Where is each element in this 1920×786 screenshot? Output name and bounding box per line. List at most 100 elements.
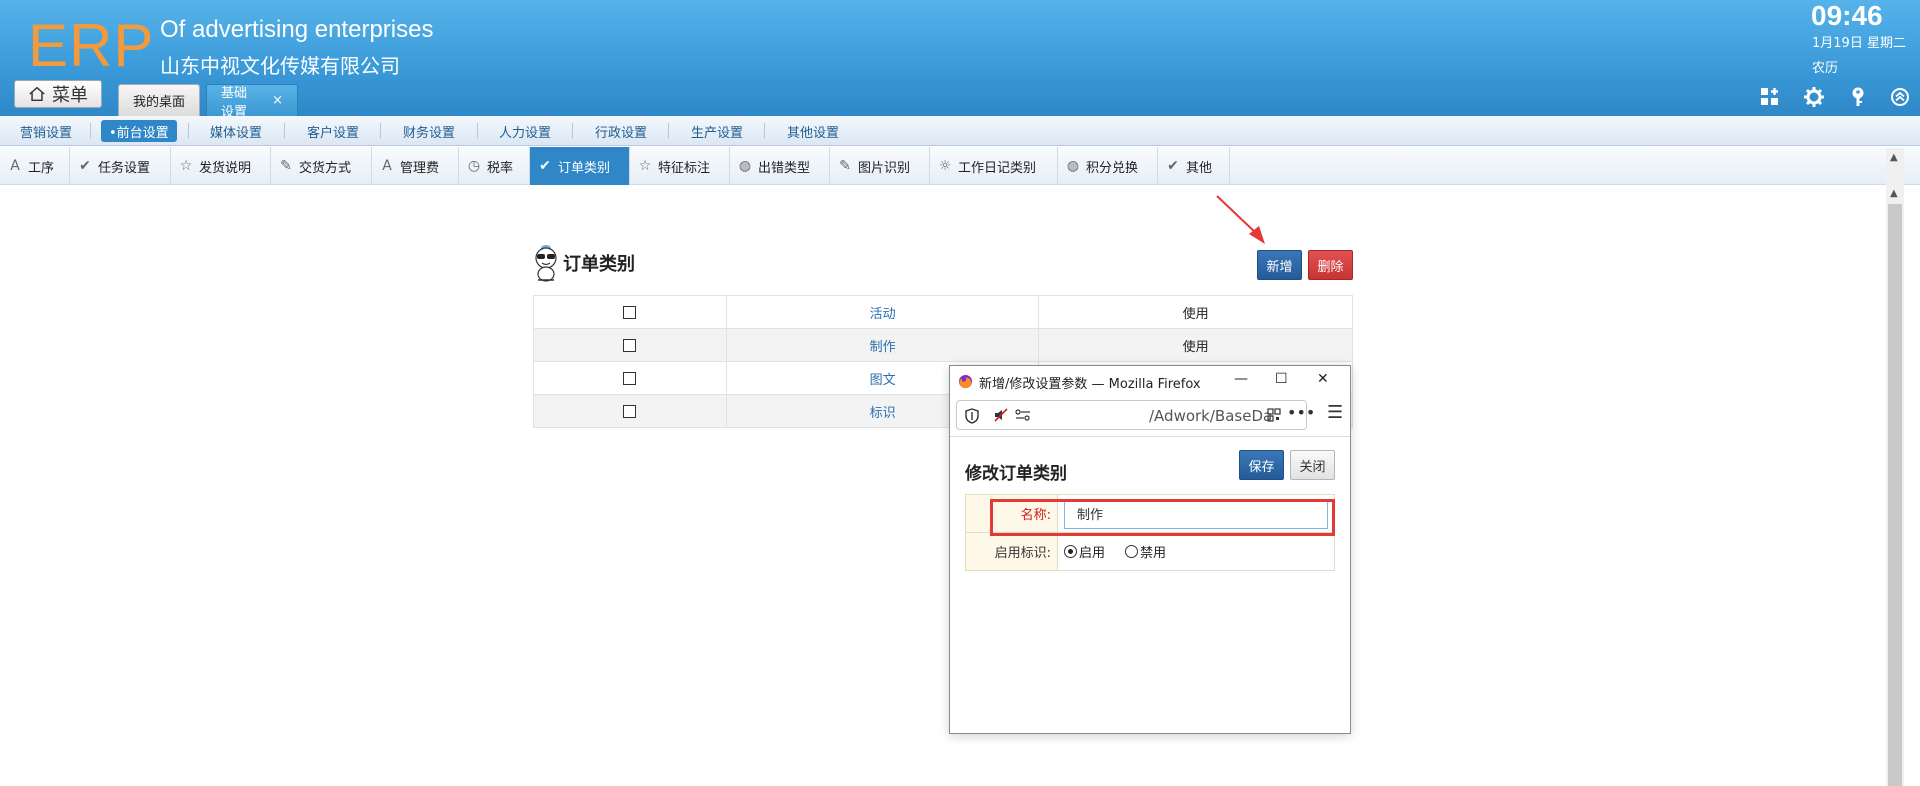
- grid-add-icon[interactable]: [1759, 86, 1781, 108]
- tool-delivery-method[interactable]: ✎ 交货方式: [271, 147, 372, 185]
- check-icon: ✔: [79, 158, 91, 174]
- tool-management-fee[interactable]: A 管理费: [372, 147, 459, 185]
- close-button[interactable]: 关闭: [1290, 450, 1335, 480]
- enable-radio-on[interactable]: 启用: [1064, 542, 1105, 561]
- subnav-divider: [90, 123, 91, 139]
- annotation-arrow-icon: [1216, 195, 1265, 244]
- sun-icon: ☼: [938, 158, 952, 174]
- tool-error-type[interactable]: ◍ 出错类型: [730, 147, 830, 185]
- clock-lunar: 农历: [1812, 61, 1839, 76]
- url-text[interactable]: /Adwork/BaseDa: [1149, 407, 1272, 425]
- more-actions-icon[interactable]: •••: [1287, 403, 1315, 422]
- tool-tax-rate[interactable]: ◷ 税率: [459, 147, 530, 185]
- enable-field-cell: 启用 禁用: [1057, 532, 1335, 571]
- delete-button[interactable]: 删除: [1308, 250, 1353, 280]
- popup-title-bar[interactable]: 新增/修改设置参数 — Mozilla Firefox — ☐ ✕: [950, 366, 1350, 396]
- tool-work-diary-category[interactable]: ☼ 工作日记类别: [930, 147, 1058, 185]
- pencil-icon: ✎: [280, 158, 292, 174]
- enable-radio-off[interactable]: 禁用: [1125, 542, 1166, 561]
- brand-english-name: Of advertising enterprises: [160, 16, 434, 43]
- tool-feature-mark[interactable]: ☆ 特征标注: [630, 147, 730, 185]
- category-name-link[interactable]: 制作: [725, 328, 1040, 362]
- url-bar[interactable]: /Adwork/BaseDa •••: [956, 400, 1315, 430]
- popup-window-title: 新增/修改设置参数 — Mozilla Firefox: [979, 377, 1201, 392]
- brand-company-name: 山东中视文化传媒有限公司: [160, 54, 400, 78]
- row-checkbox[interactable]: [623, 338, 637, 352]
- tab-my-desktop[interactable]: 我的桌面: [118, 84, 200, 116]
- tool-image-recognition[interactable]: ✎ 图片识别: [830, 147, 930, 185]
- row-checkbox[interactable]: [623, 305, 637, 319]
- subnav-item-other[interactable]: 其他设置: [779, 120, 847, 142]
- clock-date: 1月19日 星期二: [1812, 36, 1906, 51]
- enable-field-label: 启用标识:: [965, 532, 1058, 571]
- row-checkbox[interactable]: [623, 404, 637, 418]
- radio-unselected-icon[interactable]: [1125, 545, 1139, 558]
- subnav-item-admin[interactable]: 行政设置: [587, 120, 655, 142]
- tab-basic-settings[interactable]: 基础设置 ×: [206, 84, 298, 120]
- settings-item-toolbar: A 工序 ✔ 任务设置 ☆ 发货说明 ✎ 交货方式 A 管理费 ◷ 税率 ✔ 订…: [0, 147, 1920, 185]
- tab-close-icon[interactable]: ×: [272, 93, 283, 108]
- permissions-icon[interactable]: [1015, 408, 1031, 422]
- minimize-icon[interactable]: —: [1234, 371, 1248, 387]
- subnav-item-marketing[interactable]: 营销设置: [12, 120, 80, 142]
- subnav-item-finance[interactable]: 财务设置: [395, 120, 463, 142]
- subnav-item-customer[interactable]: 客户设置: [299, 120, 367, 142]
- subnav-item-hr[interactable]: 人力设置: [491, 120, 559, 142]
- chevron-up-circle-icon[interactable]: [1889, 86, 1911, 108]
- tool-order-category[interactable]: ✔ 订单类别: [530, 147, 630, 185]
- tool-process[interactable]: A 工序: [0, 147, 70, 185]
- star-icon: ☆: [638, 158, 652, 174]
- enable-radio-group: 启用 禁用: [1064, 542, 1334, 561]
- main-vertical-scrollbar[interactable]: ▲ ▲: [1886, 148, 1904, 786]
- subnav-divider: [284, 123, 285, 139]
- mascot-icon: [535, 245, 557, 282]
- star-icon: ☆: [179, 158, 193, 174]
- subnav-item-frontdesk[interactable]: •前台设置: [101, 120, 177, 142]
- main-menu-button[interactable]: 菜单: [14, 80, 102, 108]
- hamburger-menu-icon[interactable]: ☰: [1327, 402, 1343, 423]
- row-select-cell: [533, 295, 727, 329]
- tool-label: 订单类别: [558, 160, 611, 176]
- clock-time: 09:46: [1811, 0, 1883, 31]
- scroll-up-icon[interactable]: ▲: [1890, 188, 1898, 199]
- gear-icon[interactable]: [1803, 86, 1825, 108]
- autoplay-blocked-icon[interactable]: [994, 408, 1008, 422]
- name-field-highlight-box: [990, 499, 1335, 536]
- add-button[interactable]: 新增: [1257, 250, 1302, 280]
- subnav-divider: [188, 123, 189, 139]
- close-window-icon[interactable]: ✕: [1317, 371, 1329, 387]
- key-icon[interactable]: [1847, 86, 1869, 108]
- radio-label: 启用: [1079, 546, 1106, 561]
- subnav-item-media[interactable]: 媒体设置: [202, 120, 270, 142]
- subnav-divider: [477, 123, 478, 139]
- tool-task-settings[interactable]: ✔ 任务设置: [70, 147, 171, 185]
- row-select-cell: [533, 394, 727, 428]
- subnav-divider: [668, 123, 669, 139]
- maximize-icon[interactable]: ☐: [1275, 371, 1288, 387]
- row-checkbox[interactable]: [623, 371, 637, 385]
- shield-icon[interactable]: [965, 408, 979, 424]
- qr-code-icon[interactable]: [1267, 408, 1281, 422]
- scrollbar-thumb[interactable]: [1888, 204, 1902, 786]
- tool-other[interactable]: ✔ 其他: [1158, 147, 1230, 185]
- form-row-enable: 启用标识: 启用 禁用: [965, 532, 1335, 571]
- clock-icon: ◷: [467, 158, 481, 174]
- tool-points-exchange[interactable]: ◍ 积分兑换: [1058, 147, 1158, 185]
- subnav-item-production[interactable]: 生产设置: [683, 120, 751, 142]
- tool-label: 税率: [487, 160, 514, 176]
- tool-label: 积分兑换: [1086, 160, 1139, 176]
- scroll-up-icon[interactable]: ▲: [1890, 152, 1898, 163]
- save-button[interactable]: 保存: [1239, 450, 1284, 480]
- check-icon: ✔: [539, 158, 551, 174]
- table-row[interactable]: 活动 使用: [533, 295, 1353, 329]
- tool-label: 管理费: [400, 160, 440, 176]
- main-menu-label: 菜单: [52, 85, 88, 106]
- tool-label: 发货说明: [199, 160, 252, 176]
- settings-category-nav: 营销设置 •前台设置 媒体设置 客户设置 财务设置 人力设置 行政设置 生产设置…: [0, 116, 1920, 146]
- pause-circle-icon: ◍: [738, 158, 752, 174]
- radio-selected-icon[interactable]: [1064, 545, 1077, 558]
- tool-shipping-notes[interactable]: ☆ 发货说明: [171, 147, 271, 185]
- pause-circle-icon: ◍: [1066, 158, 1080, 174]
- category-name-link[interactable]: 活动: [725, 295, 1040, 329]
- table-row[interactable]: 制作 使用: [533, 328, 1353, 362]
